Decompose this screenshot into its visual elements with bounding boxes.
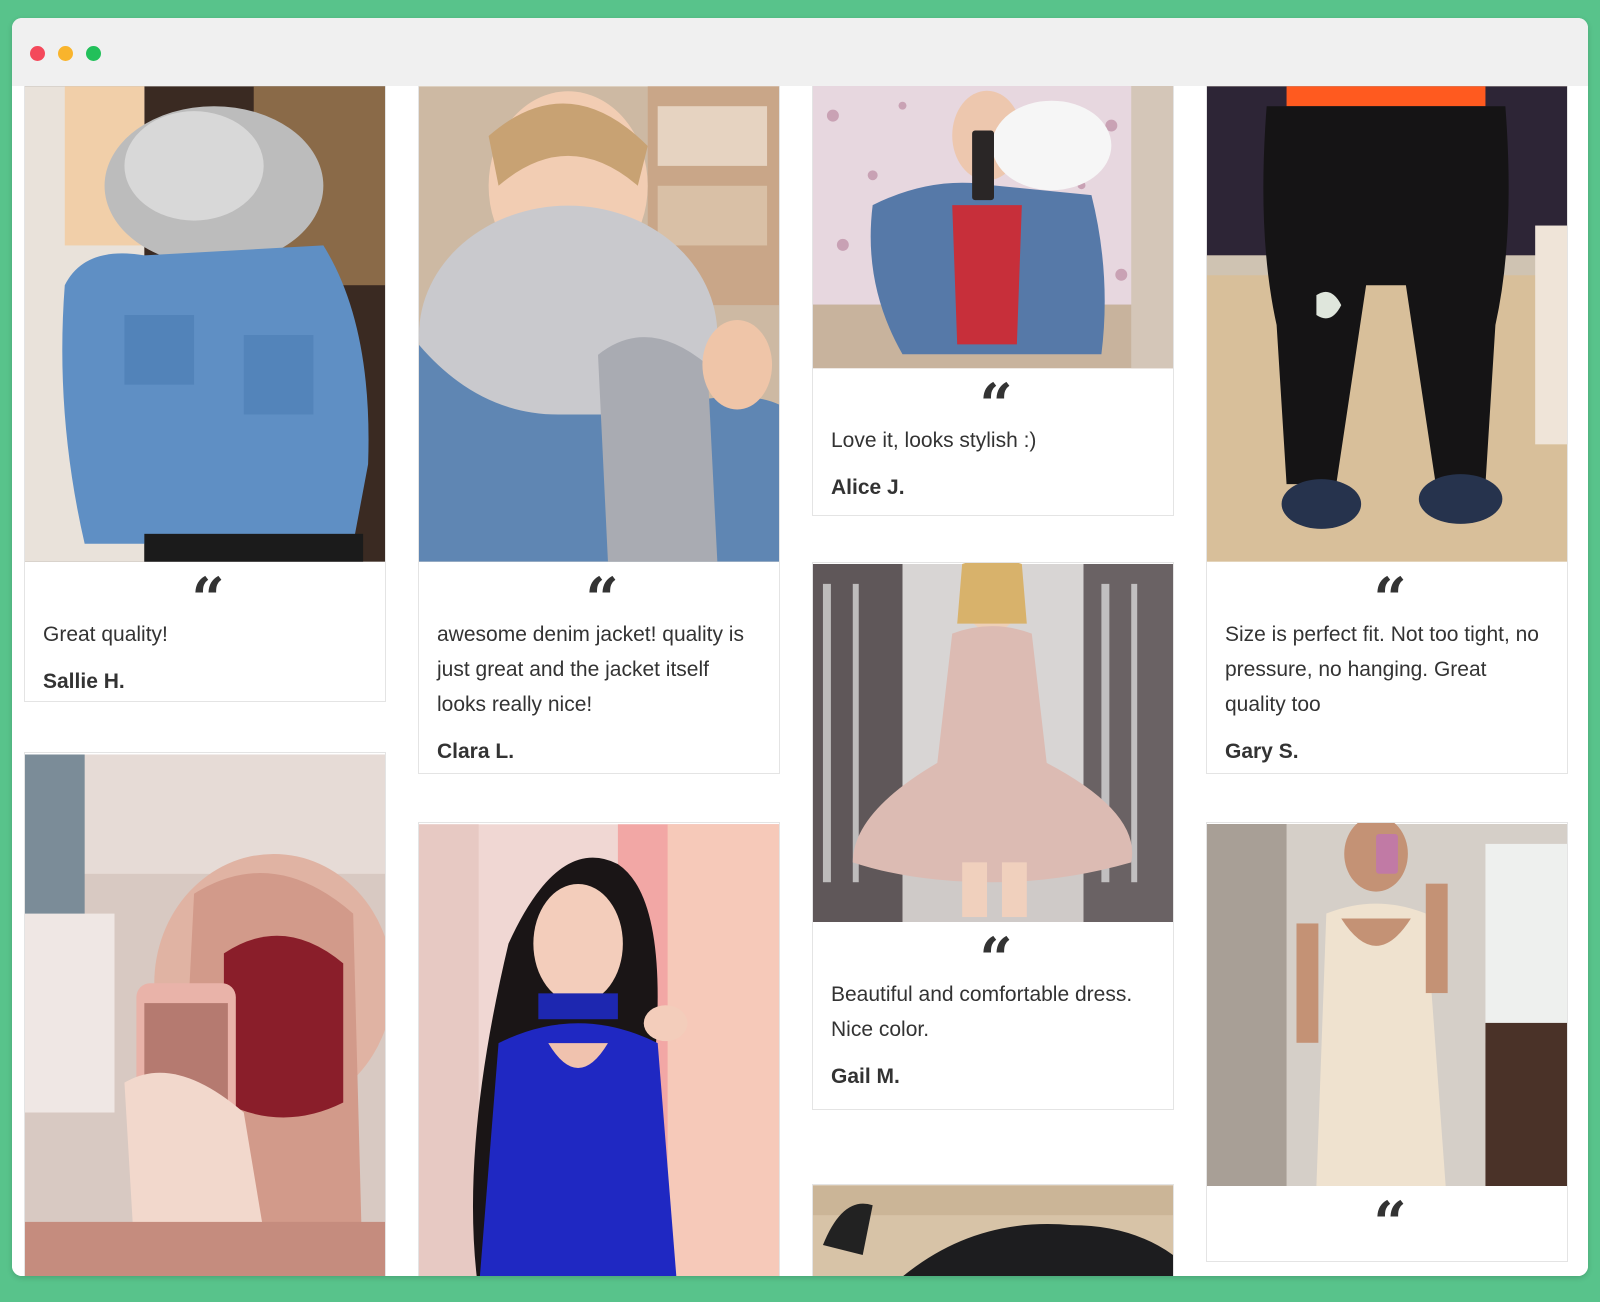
quote-icon: “ (979, 371, 1012, 439)
reviewer-name: Gary S. (1225, 740, 1299, 763)
review-text: Beautiful and comfortable dress. Nice co… (831, 983, 1133, 1041)
review-photo[interactable] (813, 1185, 1173, 1276)
review-card[interactable]: “ Beautiful and comfortable dress. Nice … (812, 562, 1174, 1110)
review-photo[interactable] (25, 86, 385, 563)
reviewer-name: Sallie H. (43, 670, 125, 693)
review-photo[interactable] (1207, 86, 1567, 563)
review-photo[interactable] (813, 563, 1173, 923)
review-card[interactable] (812, 1184, 1174, 1276)
quote-icon: “ (1373, 565, 1406, 633)
review-text: Love it, looks stylish :) (831, 429, 1037, 452)
review-photo[interactable] (419, 823, 779, 1276)
review-photo[interactable] (419, 86, 779, 563)
quote-icon: “ (979, 925, 1012, 993)
review-card[interactable]: “ Love it, looks stylish :) Alice J. (812, 86, 1174, 516)
reviews-masonry-grid: “ Great quality! Sallie H. “ awesome den… (12, 86, 1588, 1276)
reviewer-name: Alice J. (831, 476, 905, 499)
review-photo[interactable] (813, 86, 1173, 369)
reviewer-name: Clara L. (437, 740, 515, 763)
quote-icon: “ (1373, 1189, 1406, 1257)
window-titlebar (12, 18, 1588, 87)
browser-window: “ Great quality! Sallie H. “ awesome den… (12, 18, 1588, 1276)
review-card[interactable] (24, 752, 386, 1276)
review-text: awesome denim jacket! quality is just gr… (437, 623, 744, 716)
review-card[interactable]: “ awesome denim jacket! quality is just … (418, 86, 780, 774)
review-card[interactable] (418, 822, 780, 1276)
close-window-button[interactable] (30, 46, 45, 61)
review-card[interactable]: “ Size is perfect fit. Not too tight, no… (1206, 86, 1568, 774)
review-card[interactable]: “ Great quality! Sallie H. (24, 86, 386, 702)
maximize-window-button[interactable] (86, 46, 101, 61)
review-photo[interactable] (25, 753, 385, 1276)
minimize-window-button[interactable] (58, 46, 73, 61)
review-text: Size is perfect fit. Not too tight, no p… (1225, 623, 1539, 716)
quote-icon: “ (585, 565, 618, 633)
quote-icon: “ (191, 565, 224, 633)
review-card[interactable]: “ (1206, 822, 1568, 1262)
review-photo[interactable] (1207, 823, 1567, 1187)
reviewer-name: Gail M. (831, 1065, 900, 1088)
